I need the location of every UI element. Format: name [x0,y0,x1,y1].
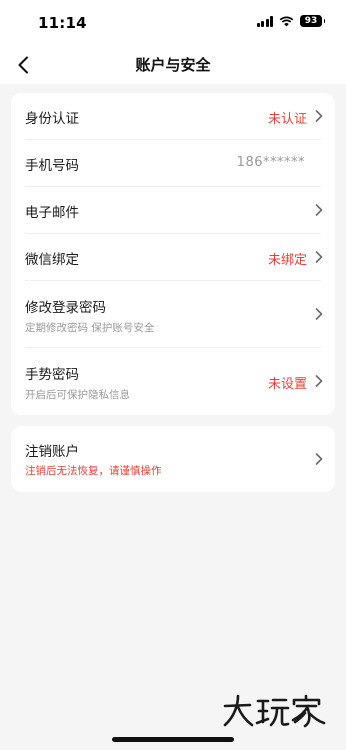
wifi-icon [279,16,294,27]
nav-bar: 账户与安全 [0,46,346,84]
gesture-password-row[interactable]: 手势密码 开启后可保护隐私信息 未设置 [11,348,335,415]
status-bar: 11:14 93 [0,0,346,46]
page-title: 账户与安全 [135,56,211,74]
identity-verification-row[interactable]: 身份认证 未认证 [11,93,335,139]
phone-number-row[interactable]: 手机号码 186****** [11,140,335,186]
row-label: 微信绑定 [25,252,79,268]
row-subtitle: 定期修改密码 保护账号安全 [25,322,155,334]
chevron-right-icon [315,204,323,216]
home-indicator [112,737,234,742]
change-login-password-row[interactable]: 修改登录密码 定期修改密码 保护账号安全 [11,281,335,347]
battery-icon: 93 [300,15,325,27]
chevron-right-icon [315,308,323,320]
phone-number-value: 186****** [236,155,305,170]
status-value: 未设置 [267,377,307,392]
wechat-binding-row[interactable]: 微信绑定 未绑定 [11,234,335,280]
cellular-signal-icon [256,15,273,27]
account-settings-card: 身份认证 未认证 手机号码 186****** 电子邮件 微信绑定 未绑定 修改… [11,93,335,415]
chevron-right-icon [315,251,323,263]
cancel-account-warning: 注销后无法恢复，请谨慎操作 [25,465,162,477]
status-value: 未绑定 [267,253,307,268]
row-label: 修改登录密码 [25,300,106,316]
row-subtitle: 开启后可保护隐私信息 [25,389,130,401]
watermark-logo [223,694,326,728]
status-value: 未认证 [267,112,307,127]
email-row[interactable]: 电子邮件 [11,187,335,233]
battery-level: 93 [304,16,318,26]
chevron-right-icon [315,453,323,465]
chevron-right-icon [315,375,323,387]
cancel-account-label: 注销账户 [25,444,79,460]
row-label: 身份认证 [25,111,79,127]
status-icons: 93 [256,15,325,27]
cancel-account-card[interactable]: 注销账户 注销后无法恢复，请谨慎操作 [11,426,335,492]
status-time: 11:14 [38,14,87,32]
row-label: 手机号码 [25,158,79,174]
chevron-right-icon [315,110,323,122]
row-label: 电子邮件 [25,205,79,221]
row-label: 手势密码 [25,367,79,383]
